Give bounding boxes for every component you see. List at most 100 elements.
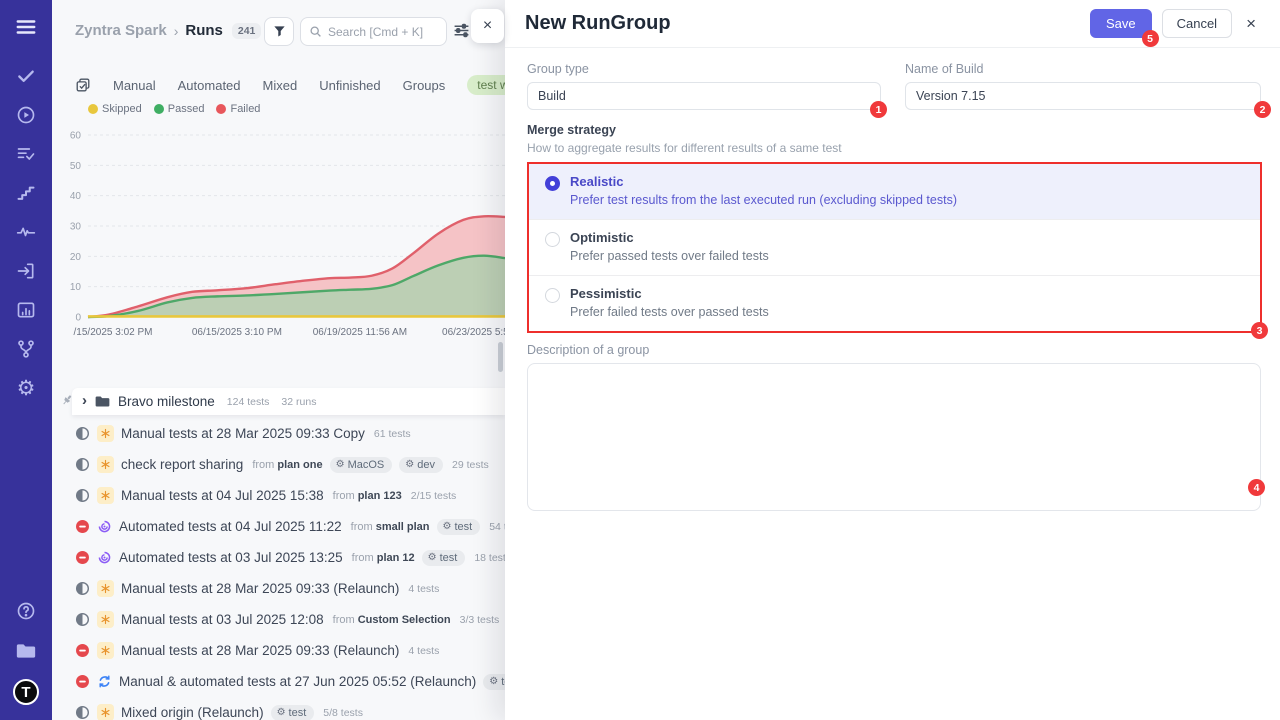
runs-tabs: ManualAutomatedMixedUnfinishedGroups tes… — [75, 74, 505, 96]
radio-icon[interactable] — [545, 176, 560, 191]
tab-manual[interactable]: Manual — [113, 78, 156, 93]
run-row[interactable]: Automated tests at 04 Jul 2025 11:22from… — [52, 511, 505, 542]
list-check-icon[interactable] — [0, 139, 52, 169]
run-title: check report sharing — [121, 457, 243, 472]
help-icon[interactable] — [0, 596, 52, 626]
run-tests-count: 18 tests — [474, 552, 505, 564]
runs-panel: Zyntra Spark › Runs 241 — [52, 0, 505, 720]
manual-run-icon — [97, 425, 114, 442]
annotation-badge-2: 2 — [1254, 101, 1271, 118]
blocked-status-icon — [75, 519, 90, 534]
env-chip[interactable]: ⚙test — [422, 550, 466, 566]
pulse-icon[interactable] — [0, 217, 52, 247]
run-row[interactable]: Manual tests at 03 Jul 2025 12:08from Cu… — [52, 604, 505, 635]
drawer-edge-close-button[interactable]: × — [471, 9, 504, 43]
legend-skipped: Skipped — [88, 103, 142, 115]
folder-name: Bravo milestone — [118, 394, 215, 409]
group-type-input[interactable] — [527, 82, 881, 110]
env-chip[interactable]: ⚙test — [271, 705, 315, 720]
merge-option-title: Pessimistic — [570, 286, 769, 301]
svg-text:06/23/2025 5:52 P: 06/23/2025 5:52 P — [442, 327, 505, 338]
steps-icon[interactable] — [0, 178, 52, 208]
run-source: from small plan — [351, 521, 430, 533]
run-row[interactable]: Manual tests at 28 Mar 2025 09:33 Copy 61… — [52, 418, 505, 449]
build-name-input[interactable] — [905, 82, 1261, 110]
tab-automated[interactable]: Automated — [178, 78, 241, 93]
search-box[interactable] — [300, 17, 447, 46]
check-icon[interactable] — [0, 61, 52, 91]
branch-icon[interactable] — [0, 334, 52, 364]
env-chip[interactable]: ⚙test — [437, 519, 481, 535]
merge-option-realistic[interactable]: Realistic Prefer test results from the l… — [529, 164, 1260, 220]
merge-strategy-helper: How to aggregate results for different r… — [527, 141, 1261, 155]
breadcrumb-project[interactable]: Zyntra Spark — [75, 22, 167, 39]
partial-status-icon — [75, 426, 90, 441]
folder-expand-chevron[interactable]: › — [82, 393, 87, 408]
env-chip[interactable]: ⚙MacOS — [330, 457, 393, 473]
env-chip[interactable]: ⚙test — [483, 674, 505, 690]
merge-strategy-group: 3 Realistic Prefer test results from the… — [527, 162, 1262, 333]
tab-mixed[interactable]: Mixed — [263, 78, 298, 93]
folder-icon[interactable] — [0, 636, 52, 666]
svg-text:60: 60 — [70, 131, 82, 142]
play-icon[interactable] — [0, 100, 52, 130]
runs-count-badge: 241 — [232, 23, 262, 39]
run-row[interactable]: Mixed origin (Relaunch)⚙test5/8 tests — [52, 697, 505, 720]
partial-status-icon — [75, 488, 90, 503]
run-row[interactable]: Manual tests at 28 Mar 2025 09:33 (Relau… — [52, 635, 505, 666]
gear-icon[interactable]: ⚙ — [0, 373, 52, 403]
funnel-icon — [272, 24, 287, 39]
select-runs-icon[interactable] — [75, 77, 91, 93]
manual-run-icon — [97, 704, 114, 720]
run-row[interactable]: Automated tests at 03 Jul 2025 13:25from… — [52, 542, 505, 573]
save-button-label: Save — [1106, 16, 1136, 31]
build-name-label: Name of Build — [905, 62, 1261, 76]
bar-chart-icon[interactable] — [0, 295, 52, 325]
run-tests-count: 4 tests — [408, 645, 439, 657]
scrollbar-thumb[interactable] — [498, 342, 503, 372]
menu-icon[interactable] — [0, 12, 52, 42]
run-row[interactable]: Manual tests at 04 Jul 2025 15:38from pl… — [52, 480, 505, 511]
run-tests-count: 29 tests — [452, 459, 489, 471]
radio-icon[interactable] — [545, 288, 560, 303]
svg-text:50: 50 — [70, 161, 82, 172]
save-button[interactable]: Save 5 — [1090, 9, 1152, 38]
brand-logo[interactable]: T — [0, 677, 52, 707]
pin-icon[interactable] — [60, 393, 74, 407]
run-tests-count: 2/15 tests — [411, 490, 457, 502]
run-row[interactable]: check report sharing from plan one ⚙MacOS ⚙… — [52, 449, 505, 480]
breadcrumb-separator: › — [174, 23, 179, 39]
annotation-badge-5: 5 — [1142, 30, 1159, 47]
sidebar-rail: ⚙ T — [0, 0, 52, 720]
description-textarea[interactable] — [527, 363, 1261, 511]
chart-legend: Skipped Passed Failed — [88, 103, 260, 115]
merge-option-optimistic[interactable]: Optimistic Prefer passed tests over fail… — [529, 220, 1260, 276]
tab-groups[interactable]: Groups — [403, 78, 446, 93]
run-row[interactable]: Manual & automated tests at 27 Jun 2025 … — [52, 666, 505, 697]
cancel-button[interactable]: Cancel — [1162, 9, 1232, 38]
run-title: Manual tests at 28 Mar 2025 09:33 Copy — [121, 426, 365, 441]
gear-icon: ⚙ — [443, 522, 452, 532]
run-source: from plan one — [252, 459, 322, 471]
tab-unfinished[interactable]: Unfinished — [319, 78, 380, 93]
search-input[interactable] — [328, 25, 438, 39]
run-tests-count: 61 tests — [374, 428, 411, 440]
annotation-badge-3: 3 — [1251, 322, 1268, 339]
breadcrumb-page[interactable]: Runs — [185, 22, 223, 39]
folder-runs-count: 32 runs — [281, 396, 316, 408]
run-source: from plan 12 — [352, 552, 415, 564]
radio-icon[interactable] — [545, 232, 560, 247]
view-settings-icon[interactable] — [453, 22, 470, 39]
legend-failed: Failed — [216, 103, 260, 115]
merge-option-pessimistic[interactable]: Pessimistic Prefer failed tests over pas… — [529, 276, 1260, 331]
run-title: Manual tests at 28 Mar 2025 09:33 (Relau… — [121, 643, 399, 658]
filter-button[interactable] — [264, 17, 294, 46]
milestone-folder-row[interactable]: › Bravo milestone 124 tests 32 runs — [72, 388, 505, 415]
legend-passed: Passed — [154, 103, 205, 115]
svg-text:06/19/2025 11:56 AM: 06/19/2025 11:56 AM — [313, 327, 407, 338]
sign-in-icon[interactable] — [0, 256, 52, 286]
run-tests-count: 4 tests — [408, 583, 439, 595]
env-chip[interactable]: ⚙dev — [399, 457, 443, 473]
run-row[interactable]: Manual tests at 28 Mar 2025 09:33 (Relau… — [52, 573, 505, 604]
drawer-close-icon[interactable]: × — [1242, 14, 1260, 34]
